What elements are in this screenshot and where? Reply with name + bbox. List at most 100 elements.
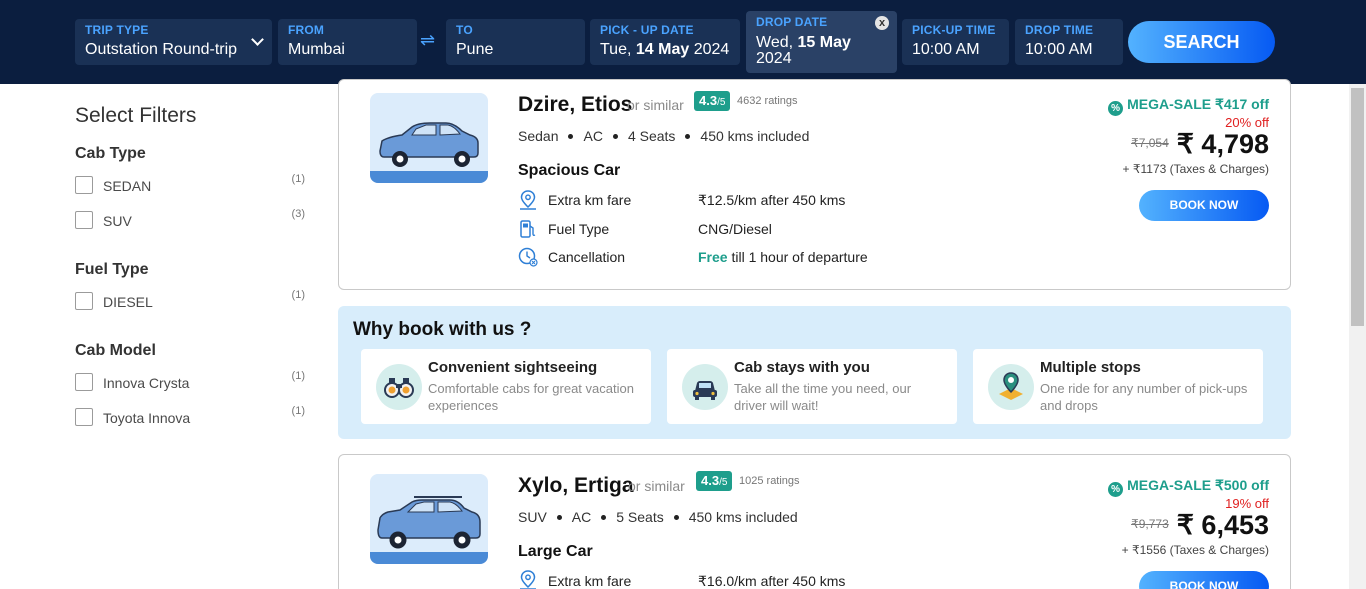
- spec-kms: 450 kms included: [700, 128, 810, 144]
- cab-name: Xylo, Ertiga: [518, 474, 634, 497]
- checkbox[interactable]: [75, 176, 93, 194]
- checkbox[interactable]: [75, 292, 93, 310]
- feature-value: ₹12.5/km after 450 kms: [698, 192, 845, 209]
- cancellation-rest: till 1 hour of departure: [727, 249, 868, 265]
- drop-date-label: DROP DATE: [756, 15, 828, 29]
- free-text: Free: [698, 249, 728, 265]
- drop-time-label: DROP TIME: [1025, 23, 1094, 37]
- checkbox[interactable]: [75, 408, 93, 426]
- benefit-card: Cab stays with you Take all the time you…: [667, 349, 957, 424]
- checkbox[interactable]: [75, 373, 93, 391]
- drop-time-field[interactable]: DROP TIME 10:00 AM: [1015, 19, 1123, 65]
- filter-toyota-innova[interactable]: Toyota Innova (1): [75, 405, 305, 428]
- dot-separator: [556, 514, 562, 520]
- benefit-text: Take all the time you need, our driver w…: [734, 381, 912, 413]
- mega-sale-badge: % MEGA-SALE ₹417 off: [1108, 96, 1269, 116]
- trip-type-label: TRIP TYPE: [85, 23, 149, 37]
- filter-sedan[interactable]: SEDAN (1): [75, 173, 305, 196]
- discount-badge-icon: %: [1108, 482, 1124, 497]
- spec-ac: AC: [583, 128, 603, 144]
- from-field[interactable]: FROM Mumbai: [278, 19, 417, 65]
- cab-card: Xylo, Ertiga or similar 4.3/5 1025 ratin…: [338, 454, 1291, 589]
- original-price: ₹7,054: [1131, 136, 1169, 150]
- filter-label: DIESEL: [103, 294, 153, 310]
- clock-cancel-icon: [518, 247, 538, 267]
- benefit-card: Multiple stops One ride for any number o…: [973, 349, 1263, 424]
- drop-date: 15 May: [797, 34, 851, 51]
- dot-separator: [673, 514, 679, 520]
- filter-suv[interactable]: SUV (3): [75, 208, 305, 231]
- ratings-count: 4632 ratings: [737, 95, 798, 107]
- pickup-date-label: PICK - UP DATE: [600, 23, 694, 37]
- pickup-date-field[interactable]: PICK - UP DATE Tue, 14 May 2024: [590, 19, 740, 65]
- rating-suffix: /5: [719, 477, 728, 488]
- search-button[interactable]: SEARCH: [1128, 21, 1275, 63]
- location-pin-icon: [520, 570, 536, 589]
- filter-group-fuel-type: Fuel Type: [75, 261, 149, 278]
- drop-date-field[interactable]: DROP DATE Wed, 15 May 2024 x: [746, 11, 897, 73]
- filter-innova-crysta[interactable]: Innova Crysta (1): [75, 370, 305, 393]
- or-similar-text: or similar: [627, 97, 684, 113]
- spec-type: SUV: [518, 509, 547, 525]
- pickup-time-value: 10:00 AM: [912, 41, 980, 58]
- mega-off-amount: ₹417 off: [1214, 96, 1269, 112]
- benefit-card: Convenient sightseeing Comfortable cabs …: [361, 349, 651, 424]
- clear-drop-date-icon[interactable]: x: [875, 16, 889, 30]
- filter-count: (1): [291, 289, 305, 301]
- fuel-type-value: CNG/Diesel: [698, 221, 772, 237]
- mega-sale-text: MEGA-SALE: [1127, 96, 1212, 112]
- road-strip: [370, 171, 488, 183]
- fuel-pump-icon: [520, 220, 536, 238]
- feature-label: Cancellation: [548, 249, 626, 265]
- suv-car-icon: [377, 496, 481, 549]
- filter-diesel[interactable]: DIESEL (1): [75, 289, 305, 312]
- benefit-title: Convenient sightseeing: [428, 359, 598, 376]
- filter-label: Innova Crysta: [103, 375, 190, 391]
- to-label: TO: [456, 23, 473, 37]
- final-price: ₹ 4,798: [1176, 129, 1269, 159]
- filter-count: (1): [291, 405, 305, 417]
- rating-value: 4.3: [699, 93, 718, 108]
- sedan-car-icon: [379, 122, 479, 167]
- book-now-button[interactable]: BOOK NOW: [1139, 571, 1269, 589]
- to-field[interactable]: TO Pune: [446, 19, 585, 65]
- feature-label: Fuel Type: [548, 221, 610, 237]
- book-now-button[interactable]: BOOK NOW: [1139, 190, 1269, 221]
- spec-type: Sedan: [518, 128, 559, 144]
- why-book-title: Why book with us ?: [353, 319, 532, 340]
- filter-group-cab-model: Cab Model: [75, 342, 156, 359]
- sedan-car-image: [370, 93, 488, 183]
- extra-km-rate: ₹12.5/km: [698, 192, 757, 208]
- filter-label: Toyota Innova: [103, 410, 191, 426]
- dot-separator: [685, 133, 691, 139]
- drop-date-value: Wed, 15 May 2024: [756, 35, 887, 67]
- dot-separator: [601, 514, 607, 520]
- pickup-time-label: PICK-UP TIME: [912, 23, 996, 37]
- feature-value: ₹16.0/km after 450 kms: [698, 573, 845, 589]
- swap-icon[interactable]: ⇌: [420, 30, 435, 51]
- or-similar-text: or similar: [628, 478, 685, 494]
- mega-sale-badge: % MEGA-SALE ₹500 off: [1108, 477, 1269, 497]
- drop-year: 2024: [756, 50, 792, 67]
- mega-off-amount: ₹500 off: [1214, 477, 1269, 493]
- checkbox[interactable]: [75, 211, 93, 229]
- search-header: TRIP TYPE Outstation Round-trip FROM Mum…: [0, 0, 1366, 84]
- filter-group-cab-type: Cab Type: [75, 145, 146, 162]
- pickup-time-field[interactable]: PICK-UP TIME 10:00 AM: [902, 19, 1009, 65]
- from-value: Mumbai: [288, 41, 345, 58]
- rating-badge: 4.3/5: [696, 471, 733, 491]
- cab-specs: SUV AC 5 Seats 450 kms included: [518, 509, 798, 525]
- suv-car-image: [370, 474, 488, 564]
- why-book-section: Why book with us ? Convenient sightseein…: [338, 306, 1291, 439]
- scrollbar-thumb[interactable]: [1351, 88, 1364, 326]
- discount-badge-icon: %: [1108, 101, 1124, 116]
- percent-off: 20% off: [1225, 115, 1269, 130]
- rating-badge: 4.3/5: [694, 91, 731, 111]
- spec-kms: 450 kms included: [688, 509, 798, 525]
- rating-suffix: /5: [717, 97, 726, 108]
- mega-sale-text: MEGA-SALE: [1127, 477, 1212, 493]
- price-block: ₹7,054 ₹ 4,798: [1131, 129, 1269, 160]
- trip-type-select[interactable]: TRIP TYPE Outstation Round-trip: [75, 19, 272, 65]
- spec-seats: 5 Seats: [616, 509, 664, 525]
- drop-time-value: 10:00 AM: [1025, 41, 1093, 58]
